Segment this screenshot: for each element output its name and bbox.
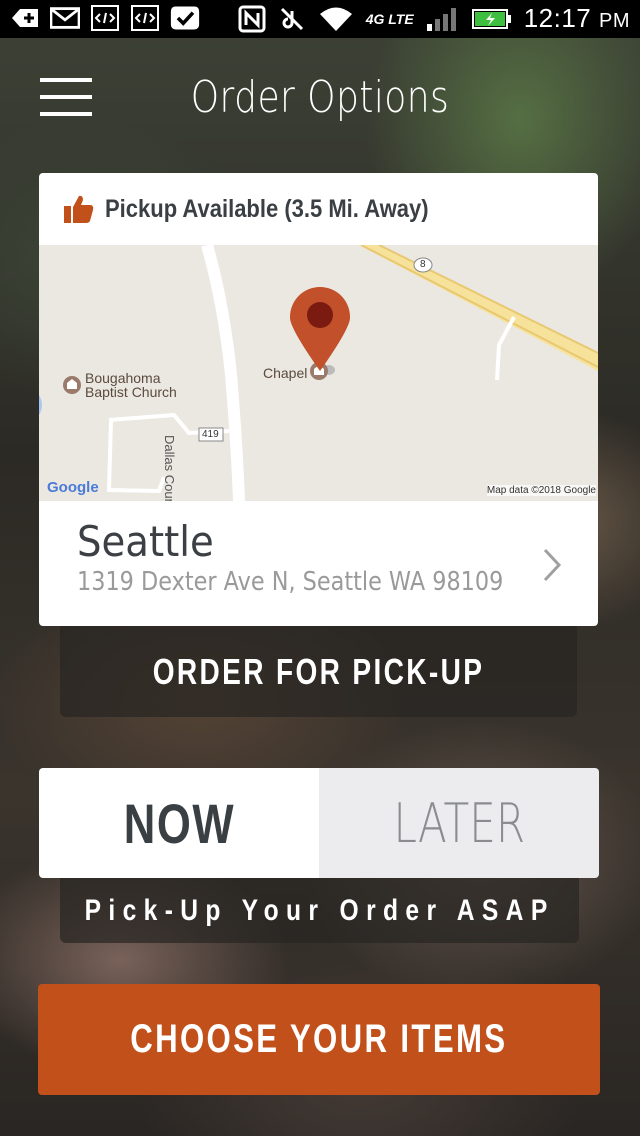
- location-selector[interactable]: Seattle 1319 Dexter Ave N, Seattle WA 98…: [39, 501, 598, 626]
- code-icon: [90, 4, 120, 32]
- status-bar: 4G LTE 12:17 PM: [0, 0, 640, 38]
- check-icon: [170, 4, 200, 32]
- battery-icon: [471, 8, 511, 29]
- map-label-bougahoma: Bougahoma Baptist Church: [85, 370, 177, 400]
- choose-items-label: CHOOSE YOUR ITEMS: [130, 1017, 508, 1061]
- order-type-button[interactable]: ORDER FOR PICK-UP: [60, 626, 577, 717]
- timing-toggle: NOW LATER: [39, 768, 599, 878]
- page-title: Order Options: [190, 72, 450, 123]
- location-card: Pickup Available (3.5 Mi. Away) Bougahom…: [39, 173, 598, 626]
- thumbs-up-icon: [64, 195, 94, 223]
- google-logo: Google: [47, 479, 99, 496]
- pickup-availability: Pickup Available (3.5 Mi. Away): [39, 173, 598, 245]
- toggle-later[interactable]: LATER: [319, 768, 599, 878]
- map-label-chapel: Chapel: [263, 365, 308, 381]
- location-city: Seattle: [77, 517, 214, 566]
- map-pin-icon: [289, 287, 351, 371]
- code-icon: [130, 4, 160, 32]
- toggle-later-label: LATER: [393, 791, 525, 855]
- map-attribution: Map data ©2018 Google: [486, 485, 596, 496]
- map-label-route-419: 419: [202, 429, 219, 440]
- map-view[interactable]: Bougahoma Baptist Church Chapel Dallas Co…: [39, 245, 598, 501]
- map-label-road: Dallas County 43: [162, 435, 177, 501]
- mute-icon: [280, 7, 303, 30]
- choose-items-button[interactable]: CHOOSE YOUR ITEMS: [38, 984, 600, 1095]
- wifi-icon: [319, 7, 352, 31]
- timing-description: Pick-Up Your Order ASAP: [60, 878, 579, 943]
- chevron-right-icon: [543, 548, 562, 582]
- gmail-icon: [50, 4, 80, 32]
- timing-description-text: Pick-Up Your Order ASAP: [84, 893, 555, 927]
- nfc-icon: [238, 5, 266, 32]
- network-label: 4G LTE: [365, 10, 414, 27]
- signal-icon: [426, 7, 456, 31]
- pickup-availability-text: Pickup Available (3.5 Mi. Away): [105, 194, 429, 223]
- map-label-route-8: 8: [420, 259, 426, 270]
- toggle-now[interactable]: NOW: [39, 768, 319, 878]
- location-address: 1319 Dexter Ave N, Seattle WA 98109: [77, 567, 504, 597]
- clock: 12:17 PM: [523, 3, 630, 33]
- add-icon: [10, 4, 40, 32]
- toggle-now-label: NOW: [123, 791, 235, 855]
- order-type-label: ORDER FOR PICK-UP: [152, 650, 485, 692]
